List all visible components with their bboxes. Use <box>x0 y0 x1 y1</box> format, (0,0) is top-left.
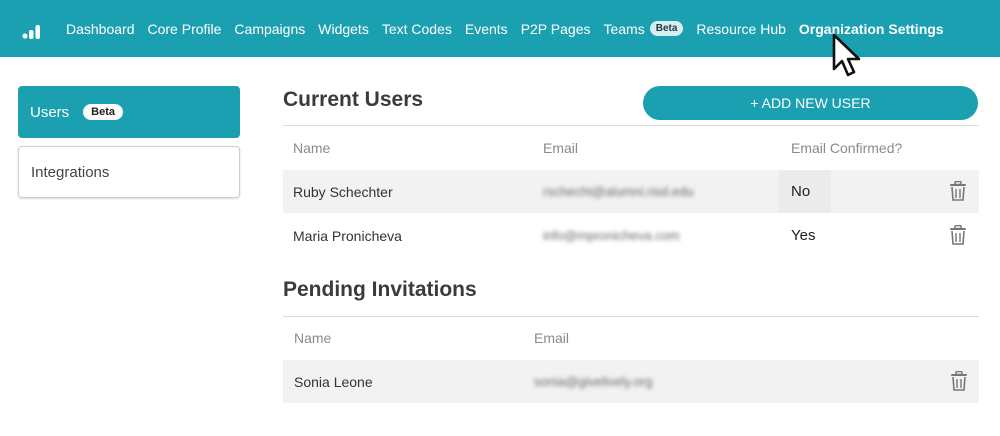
sidebar-item-integrations-label: Integrations <box>31 163 110 181</box>
column-header-name: Name <box>294 330 332 346</box>
sidebar-item-users-label: Users <box>30 103 70 121</box>
pending-invitations-title: Pending Invitations <box>283 278 477 301</box>
nav-item-teams-label: Teams <box>603 20 645 37</box>
divider <box>283 316 979 317</box>
email-confirmed-value: No <box>791 183 811 200</box>
nav-item-p2p-pages[interactable]: P2P Pages <box>521 21 591 37</box>
nav-item-dashboard[interactable]: Dashboard <box>66 21 135 37</box>
trash-icon[interactable] <box>949 181 967 201</box>
column-header-email: Email <box>534 330 570 346</box>
sidebar-item-integrations[interactable]: Integrations <box>18 146 240 198</box>
beta-badge: Beta <box>649 21 684 36</box>
invitee-email: sonia@givelively.org <box>534 374 653 389</box>
logo-icon[interactable] <box>22 18 44 40</box>
sidebar-item-users[interactable]: Users Beta <box>18 86 240 138</box>
nav-item-teams[interactable]: Teams Beta <box>603 20 684 37</box>
column-header-email: Email <box>543 140 579 156</box>
nav-item-campaigns[interactable]: Campaigns <box>234 21 305 37</box>
user-name: Maria Pronicheva <box>293 227 402 244</box>
beta-badge: Beta <box>83 104 124 120</box>
nav-item-core-profile[interactable]: Core Profile <box>148 21 222 37</box>
trash-icon[interactable] <box>949 225 967 245</box>
table-row: Ruby Schechter rschecht@alumni.risd.edu … <box>283 170 979 213</box>
current-users-title: Current Users <box>283 88 424 111</box>
divider <box>283 125 979 126</box>
mouse-pointer-icon <box>832 33 861 77</box>
table-row: Maria Pronicheva info@mpronicheva.com Ye… <box>283 214 979 257</box>
user-name: Ruby Schechter <box>293 183 393 200</box>
email-confirmed-value: Yes <box>791 227 816 244</box>
invitee-name: Sonia Leone <box>294 373 373 390</box>
user-email: rschecht@alumni.risd.edu <box>543 184 694 199</box>
column-header-email-confirmed: Email Confirmed? <box>791 140 903 156</box>
add-new-user-button[interactable]: + ADD NEW USER <box>643 86 978 120</box>
nav-item-text-codes[interactable]: Text Codes <box>382 21 452 37</box>
nav-item-resource-hub[interactable]: Resource Hub <box>696 21 786 37</box>
nav-item-organization-settings[interactable]: Organization Settings <box>799 21 944 37</box>
nav-item-widgets[interactable]: Widgets <box>318 21 369 37</box>
table-row: Sonia Leone sonia@givelively.org <box>283 360 979 403</box>
user-email: info@mpronicheva.com <box>543 228 680 243</box>
nav-item-events[interactable]: Events <box>465 21 508 37</box>
trash-icon[interactable] <box>950 371 968 391</box>
nav-menu: Dashboard Core Profile Campaigns Widgets… <box>66 0 957 57</box>
column-header-name: Name <box>293 140 331 156</box>
